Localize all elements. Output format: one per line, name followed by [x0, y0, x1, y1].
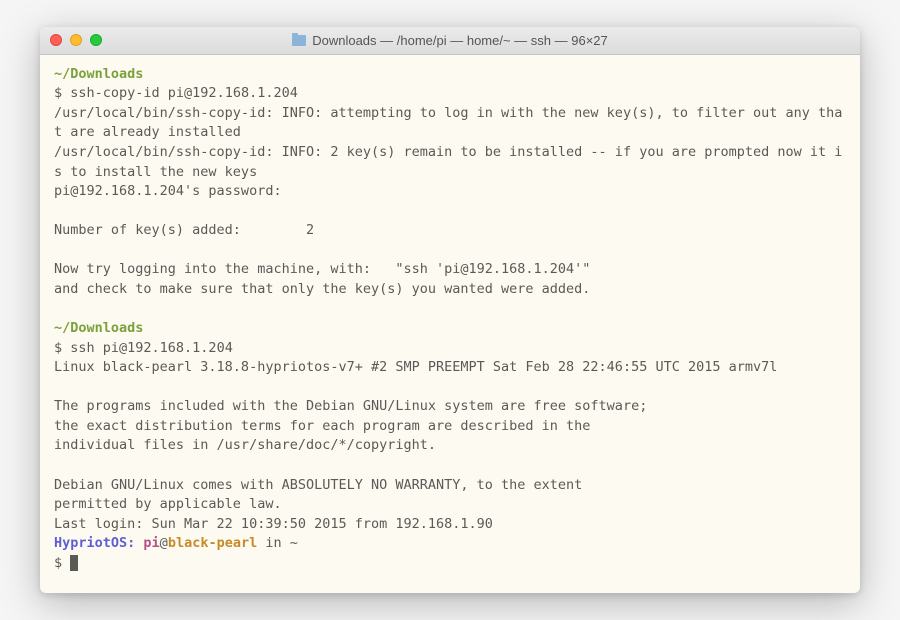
output-line: Last login: Sun Mar 22 10:39:50 2015 fro… — [54, 516, 493, 532]
output-line: Debian GNU/Linux comes with ABSOLUTELY N… — [54, 477, 582, 493]
output-line: /usr/local/bin/ssh-copy-id: INFO: attemp… — [54, 105, 842, 141]
output-line: permitted by applicable law. — [54, 496, 282, 512]
cwd-line: ~/Downloads — [54, 320, 143, 336]
prompt-symbol: $ — [54, 555, 70, 571]
output-line: and check to make sure that only the key… — [54, 281, 590, 297]
ps1-tail: in ~ — [257, 535, 298, 551]
cursor — [70, 555, 78, 571]
traffic-lights — [50, 34, 102, 46]
command-line: ssh pi@192.168.1.204 — [70, 340, 233, 356]
window-title-text: Downloads — /home/pi — home/~ — ssh — 96… — [312, 33, 608, 48]
cwd-line: ~/Downloads — [54, 66, 143, 82]
output-line: individual files in /usr/share/doc/*/cop… — [54, 437, 436, 453]
output-line: the exact distribution terms for each pr… — [54, 418, 590, 434]
folder-icon — [292, 35, 306, 46]
terminal-content[interactable]: ~/Downloads $ ssh-copy-id pi@192.168.1.2… — [40, 55, 860, 594]
output-line: Number of key(s) added: 2 — [54, 222, 314, 238]
output-line: Now try logging into the machine, with: … — [54, 261, 590, 277]
ps1-user: pi — [143, 535, 159, 551]
terminal-window: Downloads — /home/pi — home/~ — ssh — 96… — [40, 27, 860, 594]
maximize-button[interactable] — [90, 34, 102, 46]
output-line: The programs included with the Debian GN… — [54, 398, 647, 414]
minimize-button[interactable] — [70, 34, 82, 46]
prompt-symbol: $ — [54, 85, 70, 101]
output-line: /usr/local/bin/ssh-copy-id: INFO: 2 key(… — [54, 144, 842, 180]
close-button[interactable] — [50, 34, 62, 46]
command-line: ssh-copy-id pi@192.168.1.204 — [70, 85, 298, 101]
output-line: pi@192.168.1.204's password: — [54, 183, 282, 199]
window-title: Downloads — /home/pi — home/~ — ssh — 96… — [40, 33, 860, 48]
prompt-symbol: $ — [54, 340, 70, 356]
ps1-host: black-pearl — [168, 535, 257, 551]
ps1-at: @ — [160, 535, 168, 551]
ps1-os: HypriotOS: — [54, 535, 143, 551]
titlebar[interactable]: Downloads — /home/pi — home/~ — ssh — 96… — [40, 27, 860, 55]
output-line: Linux black-pearl 3.18.8-hypriotos-v7+ #… — [54, 359, 777, 375]
